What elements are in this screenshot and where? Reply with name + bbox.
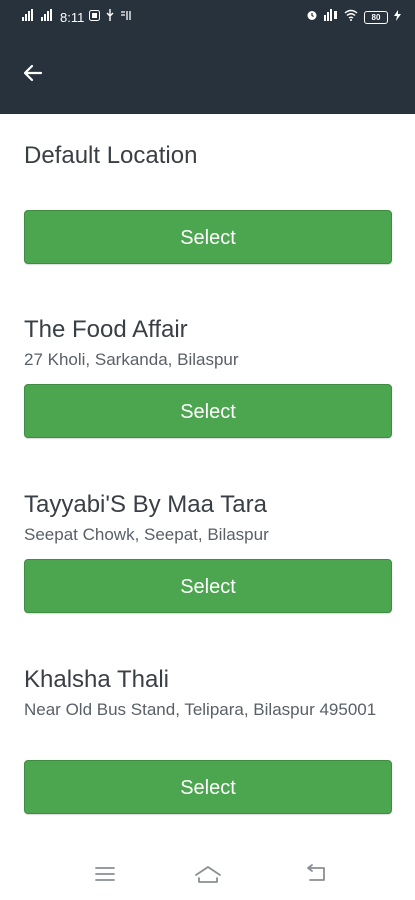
select-location-button[interactable]: Select: [24, 559, 392, 613]
wifi-icon: [344, 9, 358, 25]
back-nav-button[interactable]: [302, 863, 330, 887]
menu-icon: [95, 867, 115, 881]
app-header: 8:11 80: [0, 0, 415, 114]
signal-icon: [22, 9, 36, 25]
data-speed-icon: [120, 10, 132, 25]
usb-icon: [105, 9, 115, 25]
status-time: 8:11: [60, 9, 85, 25]
location-address: Seepat Chowk, Seepat, Bilaspur: [24, 525, 269, 544]
battery-icon: 80: [364, 10, 388, 24]
back-button[interactable]: [20, 60, 46, 86]
location-address: 27 Kholi, Sarkanda, Bilaspur: [24, 350, 239, 369]
location-name: Khalsha Thali: [24, 666, 169, 693]
select-default-location-button[interactable]: Select: [24, 210, 392, 264]
home-button[interactable]: [193, 863, 221, 887]
charging-icon: [394, 9, 401, 25]
location-name: The Food Affair: [24, 316, 188, 343]
select-location-button[interactable]: Select: [24, 760, 392, 814]
system-navigation-bar: [0, 855, 415, 900]
alarm-icon: [306, 9, 318, 25]
home-icon: [195, 866, 221, 883]
location-address: Near Old Bus Stand, Telipara, Bilaspur 4…: [24, 700, 377, 719]
status-bar: 8:11 80: [0, 0, 415, 34]
return-icon: [307, 864, 325, 881]
default-location-title: Default Location: [24, 142, 198, 169]
signal-icon-2: [41, 9, 55, 25]
notification-icon: [89, 9, 101, 25]
location-name: Tayyabi'S By Maa Tara: [24, 491, 267, 518]
arrow-left-icon: [23, 64, 43, 82]
menu-button[interactable]: [92, 863, 120, 887]
volte-icon: [324, 9, 338, 25]
select-location-button[interactable]: Select: [24, 384, 392, 438]
